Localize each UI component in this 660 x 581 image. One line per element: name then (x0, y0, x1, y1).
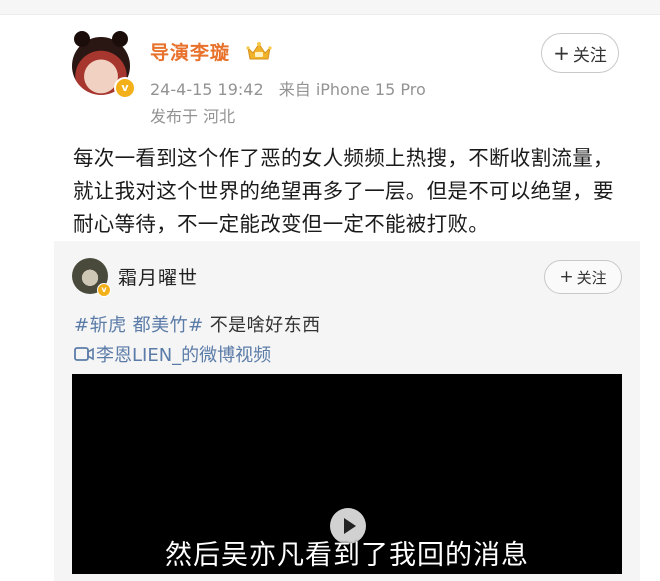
post-location: 发布于 河北 (150, 107, 236, 126)
follow-label: 关注 (572, 45, 607, 66)
hashtag-link[interactable]: #斩虎 (74, 315, 127, 336)
avatar-hair-bun (74, 31, 90, 47)
author-avatar[interactable]: v (72, 31, 136, 99)
follow-label: 关注 (576, 268, 607, 287)
follow-button[interactable]: + 关注 (541, 33, 619, 73)
hashtag-link[interactable]: 都美竹# (133, 315, 204, 336)
plus-icon: + (553, 41, 570, 65)
video-link-label: 李恩LIEN_的微博视频 (96, 345, 272, 366)
repost-follow-button[interactable]: + 关注 (544, 260, 622, 294)
video-link[interactable]: 李恩LIEN_的微博视频 (74, 341, 271, 367)
avatar-hair-bun (112, 31, 128, 47)
post-text: 每次一看到这个作了恶的女人频频上热搜，不断收割流量，就让我对这个世界的绝望再多了… (73, 146, 614, 236)
repost-author-name[interactable]: 霜月曜世 (118, 263, 198, 290)
verified-badge-icon: v (114, 77, 136, 99)
crown-icon (246, 42, 272, 60)
repost-author-avatar[interactable]: v (72, 258, 111, 297)
repost-tags: #斩虎 都美竹# 不是啥好东西 (74, 311, 321, 337)
video-subtitle: 然后吴亦凡看到了我回的消息 (165, 540, 529, 571)
repost-text: 不是啥好东西 (209, 315, 321, 336)
post-timestamp: 24-4-15 19:42 (150, 80, 264, 99)
verified-badge-icon: v (97, 283, 111, 297)
top-divider (0, 0, 660, 15)
post-source: 来自 iPhone 15 Pro (278, 80, 426, 99)
plus-icon: + (559, 267, 574, 287)
author-name[interactable]: 导演李璇 (150, 38, 230, 65)
video-icon (74, 347, 94, 361)
post-meta: 24-4-15 19:42 来自 iPhone 15 Pro (150, 76, 426, 100)
